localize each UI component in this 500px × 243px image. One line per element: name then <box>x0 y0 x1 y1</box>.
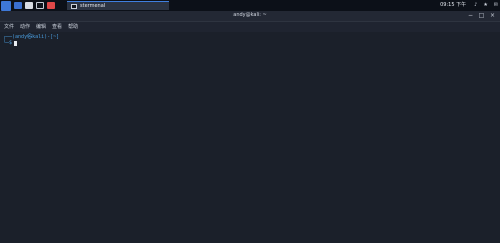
window-controls: − □ × <box>463 12 496 19</box>
taskbar-terminal-button[interactable]: stermenal <box>67 1 169 10</box>
task-label: stermenal <box>80 2 106 9</box>
menu-edit[interactable]: 编辑 <box>36 24 46 30</box>
terminal-icon <box>71 3 77 9</box>
menu-actions[interactable]: 动作 <box>20 24 30 30</box>
terminal-output[interactable]: ┌──(andy㉿kali)-[~] └─$ <box>0 32 496 243</box>
terminal-window: andy@kali: ~ − □ × 文件 动作 编辑 查看 帮助 ┌──(an… <box>0 11 500 243</box>
volume-icon[interactable]: ♪ <box>474 3 477 8</box>
menu-view[interactable]: 查看 <box>52 24 62 30</box>
terminal-icon[interactable] <box>36 2 44 9</box>
prompt-symbol: └─$ <box>3 40 13 46</box>
window-title: andy@kali: ~ <box>233 12 267 18</box>
close-button[interactable]: × <box>489 12 496 19</box>
minimize-button[interactable]: − <box>467 12 474 19</box>
menu-file[interactable]: 文件 <box>4 24 14 30</box>
app-menu-icon[interactable] <box>1 0 11 11</box>
menubar: 文件 动作 编辑 查看 帮助 <box>0 22 500 32</box>
mail-icon[interactable]: ✉ <box>494 3 498 8</box>
clock[interactable]: 09:15 下午 <box>440 3 466 8</box>
top-panel: stermenal 09:15 下午 ♪ ★ ✉ <box>0 0 500 11</box>
system-tray: 09:15 下午 ♪ ★ ✉ <box>440 0 498 11</box>
notification-icon[interactable]: ★ <box>483 3 487 8</box>
browser-icon[interactable] <box>47 2 55 9</box>
file-manager-icon[interactable] <box>14 2 22 9</box>
scrollbar[interactable] <box>496 32 500 243</box>
files-icon[interactable] <box>25 2 33 9</box>
prompt-line: └─$ <box>3 40 496 46</box>
titlebar[interactable]: andy@kali: ~ − □ × <box>0 11 500 22</box>
text-cursor <box>14 40 18 46</box>
menu-help[interactable]: 帮助 <box>68 24 78 30</box>
maximize-button[interactable]: □ <box>478 12 485 19</box>
